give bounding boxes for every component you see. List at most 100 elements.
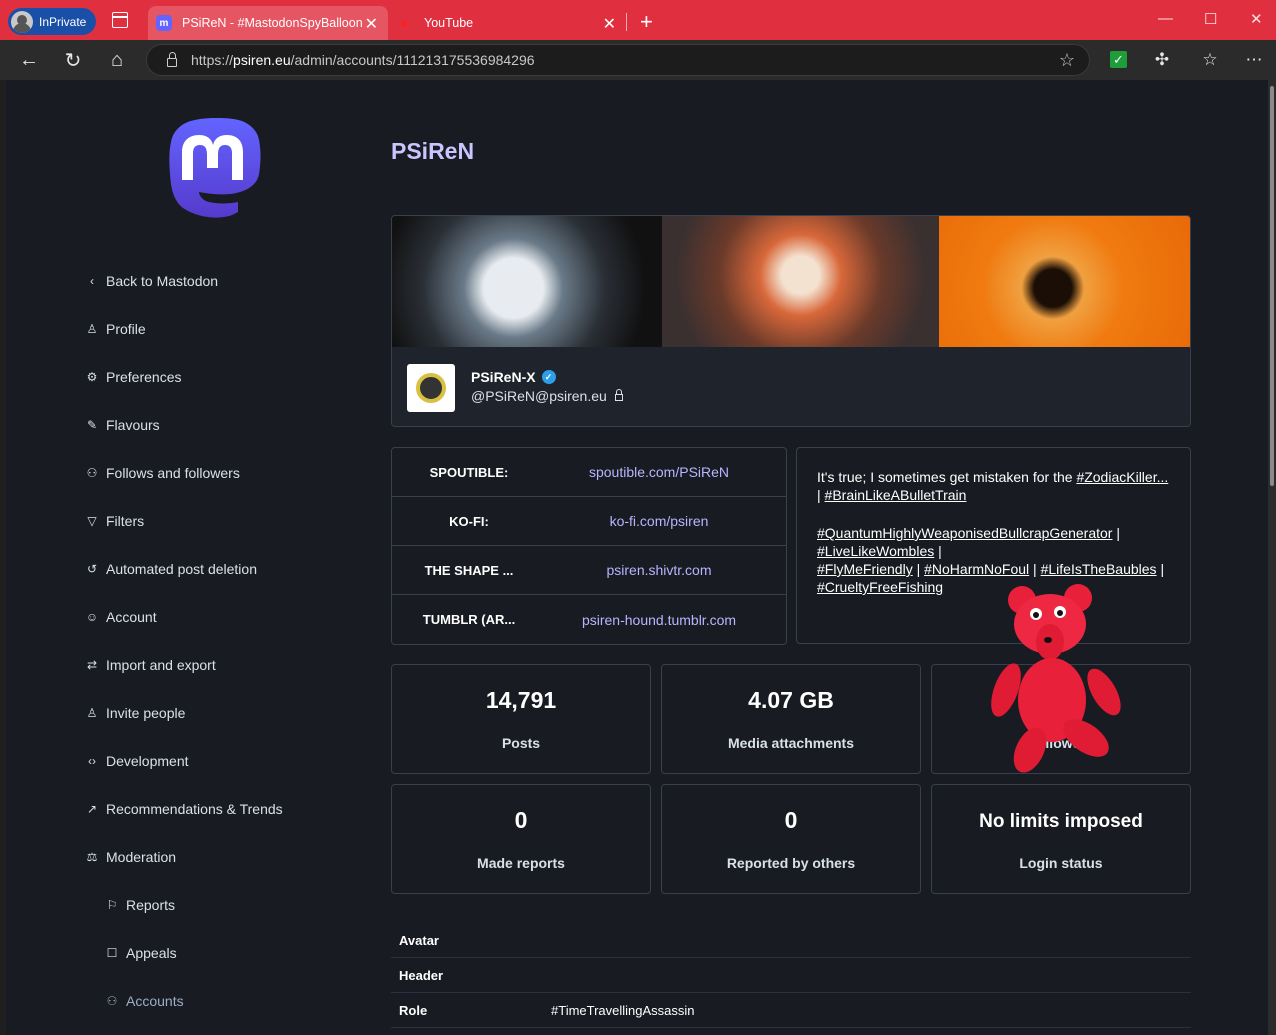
profile-fields: SPOUTIBLE: spoutible.com/PSiReN KO-FI: ko-…: [391, 447, 787, 645]
hashtag-link[interactable]: #CrueltyFreeFishing: [817, 579, 943, 595]
chevron-left-icon: ‹: [90, 274, 94, 288]
back-icon[interactable]: ←: [17, 48, 41, 72]
inprivate-badge[interactable]: InPrivate: [8, 8, 96, 35]
close-window-icon[interactable]: ✕: [1250, 10, 1263, 28]
sidebar-item-back[interactable]: ‹ Back to Mastodon: [84, 270, 218, 292]
sidebar-item-label: Recommendations & Trends: [106, 801, 283, 817]
sidebar-item-account[interactable]: ☺ Account: [84, 606, 157, 628]
hashtag-link[interactable]: #BrainLikeABulletTrain: [825, 487, 967, 503]
maximize-icon[interactable]: ☐: [1204, 10, 1217, 28]
hashtag-link[interactable]: #LiveLikeWombles: [817, 543, 934, 559]
field-link[interactable]: psiren-hound.tumblr.com: [532, 612, 786, 628]
sidebar-item-moderation[interactable]: ⚖ Moderation: [84, 846, 176, 868]
stat-reported-by-others[interactable]: 0 Reported by others: [661, 784, 921, 894]
sidebar-item-trends[interactable]: ↗ Recommendations & Trends: [84, 798, 283, 820]
users-icon: ⚇: [86, 466, 98, 480]
favorite-star-icon[interactable]: ☆: [1059, 50, 1075, 71]
exchange-icon: ⇄: [86, 658, 98, 672]
sidebar-item-label: Account: [106, 609, 157, 625]
stat-label: Posts: [501, 735, 541, 751]
tab-youtube[interactable]: ▶ YouTube ✕: [390, 6, 626, 40]
tab-title: PSiReN - #MastodonSpyBalloon: [182, 16, 363, 30]
profile-field-row: TUMBLR (AR... psiren-hound.tumblr.com: [392, 595, 786, 644]
close-tab-icon[interactable]: ✕: [603, 14, 616, 34]
sidebar-item-accounts[interactable]: ⚇ Accounts: [104, 990, 184, 1012]
close-tab-icon[interactable]: ✕: [365, 14, 378, 34]
tab-actions-icon[interactable]: [112, 12, 128, 28]
filter-icon: ▽: [87, 514, 97, 528]
stat-label: Login status: [1019, 855, 1103, 871]
display-name[interactable]: PSiReN-X ✓: [471, 369, 556, 385]
hashtag-link[interactable]: #ZodiacKiller...: [1076, 469, 1168, 485]
sidebar-item-invite[interactable]: ♙ Invite people: [84, 702, 186, 724]
sidebar-item-profile[interactable]: ♙ Profile: [84, 318, 146, 340]
field-link[interactable]: ko-fi.com/psiren: [532, 513, 786, 529]
sidebar-item-follows[interactable]: ⚇ Follows and followers: [84, 462, 240, 484]
minimize-icon[interactable]: —: [1158, 10, 1173, 27]
stat-value: 4.07 GB: [748, 687, 834, 713]
new-tab-icon[interactable]: +: [640, 9, 653, 35]
field-link[interactable]: psiren.shivtr.com: [532, 562, 786, 578]
sidebar-item-label: Follows and followers: [106, 465, 240, 481]
stat-media[interactable]: 4.07 GB Media attachments: [661, 664, 921, 774]
profile-field-row: SPOUTIBLE: spoutible.com/PSiReN: [392, 448, 786, 497]
scrollbar-thumb[interactable]: [1270, 86, 1274, 486]
field-key: TUMBLR (AR...: [422, 612, 516, 627]
trend-icon: ↗: [86, 802, 98, 816]
home-icon[interactable]: ⌂: [105, 48, 129, 72]
extensions-puzzle-icon[interactable]: ✣: [1150, 48, 1174, 72]
hashtag-link[interactable]: #QuantumHighlyWeaponisedBullcrapGenerato…: [817, 525, 1112, 541]
bio-text: It's true; I sometimes get mistaken for …: [817, 469, 1077, 485]
hashtag-link[interactable]: #FlyMeFriendly: [817, 561, 913, 577]
sidebar-item-reports[interactable]: ⚐ Reports: [104, 894, 175, 916]
refresh-icon[interactable]: ↻: [61, 48, 85, 72]
hashtag-link[interactable]: #NoHarmNoFoul: [924, 561, 1029, 577]
table-key: Role: [399, 1002, 428, 1018]
code-icon: ‹›: [88, 754, 96, 768]
account-card-user: PSiReN-X ✓ @PSiReN@psiren.eu: [392, 347, 1190, 426]
page-scrollbar[interactable]: [1268, 80, 1276, 1035]
red-teddy-bear-image: [991, 584, 1121, 773]
mastodon-logo-icon[interactable]: [169, 118, 265, 220]
extension-check-icon[interactable]: ✓: [1110, 51, 1127, 68]
sidebar-item-label: Filters: [106, 513, 145, 529]
sidebar-item-label: Profile: [106, 321, 146, 337]
tab-separator: [626, 13, 627, 31]
display-name-text: PSiReN-X: [471, 369, 536, 385]
stat-posts[interactable]: 14,791 Posts: [391, 664, 651, 774]
sidebar-item-filters[interactable]: ▽ Filters: [84, 510, 144, 532]
tab-psiren[interactable]: m PSiReN - #MastodonSpyBalloon ✕: [148, 6, 388, 40]
sidebar-item-label: Invite people: [106, 705, 186, 721]
field-key: KO-FI:: [449, 513, 489, 529]
stat-value: 14,791: [485, 687, 557, 713]
sidebar-item-development[interactable]: ‹› Development: [84, 750, 189, 772]
address-bar[interactable]: https://psiren.eu/admin/accounts/1112131…: [146, 44, 1090, 76]
user-icon: ♙: [86, 322, 98, 336]
sidebar-item-flavours[interactable]: ✎ Flavours: [84, 414, 160, 436]
hashtag-link[interactable]: #LifeIsTheBaubles: [1041, 561, 1157, 577]
sidebar-item-deletion[interactable]: ↺ Automated post deletion: [84, 558, 257, 580]
stat-made-reports[interactable]: 0 Made reports: [391, 784, 651, 894]
favorites-icon[interactable]: ☆: [1198, 48, 1222, 72]
url-path: /admin/accounts/111213175536984296: [290, 52, 535, 68]
bio-separator: |: [1029, 561, 1041, 577]
avatar[interactable]: [407, 364, 455, 412]
bio-gap: [817, 504, 1170, 524]
sidebar-item-label: Appeals: [126, 945, 177, 961]
sidebar-item-label: Reports: [126, 897, 176, 913]
sidebar-item-import[interactable]: ⇄ Import and export: [84, 654, 216, 676]
sidebar-item-preferences[interactable]: ⚙ Preferences: [84, 366, 182, 388]
bio-line: It's true; I sometimes get mistaken for …: [817, 468, 1170, 486]
profile-field-row: KO-FI: ko-fi.com/psiren: [392, 497, 786, 546]
table-key: Avatar: [399, 932, 439, 948]
sidebar-item-label: Automated post deletion: [106, 561, 257, 577]
stat-value: No limits imposed: [979, 811, 1143, 832]
more-menu-icon[interactable]: ⋯: [1242, 48, 1266, 72]
account-card: PSiReN-X ✓ @PSiReN@psiren.eu: [391, 215, 1191, 427]
inprivate-label: InPrivate: [39, 14, 87, 29]
field-link[interactable]: spoutible.com/PSiReN: [532, 464, 786, 480]
stat-login-status[interactable]: No limits imposed Login status: [931, 784, 1191, 894]
sidebar-item-appeals[interactable]: ☐ Appeals: [104, 942, 177, 964]
sidebar-item-label: Accounts: [126, 993, 184, 1009]
comment-icon: ☐: [106, 946, 118, 960]
